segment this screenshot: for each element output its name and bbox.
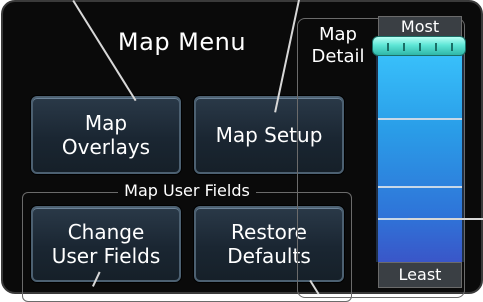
map-detail-slider-track[interactable] [376,38,464,262]
least-label: Least [378,262,462,288]
map-overlays-button[interactable]: Map Overlays [31,96,181,174]
map-overlays-label-line1: Map [84,111,128,135]
slider-tick [378,118,462,120]
map-detail-label: Map Detail [311,24,365,67]
change-user-fields-button[interactable]: Change User Fields [31,206,181,282]
map-overlays-label-line2: Overlays [61,135,151,159]
change-user-fields-line1: Change [67,220,145,244]
page-title: Map Menu [117,28,247,56]
slider-tick [378,186,462,188]
restore-defaults-line1: Restore [231,220,307,244]
change-user-fields-line2: User Fields [51,244,161,268]
map-detail-slider-handle[interactable] [372,36,466,56]
callout-line [408,218,483,220]
most-label: Most [378,16,462,38]
